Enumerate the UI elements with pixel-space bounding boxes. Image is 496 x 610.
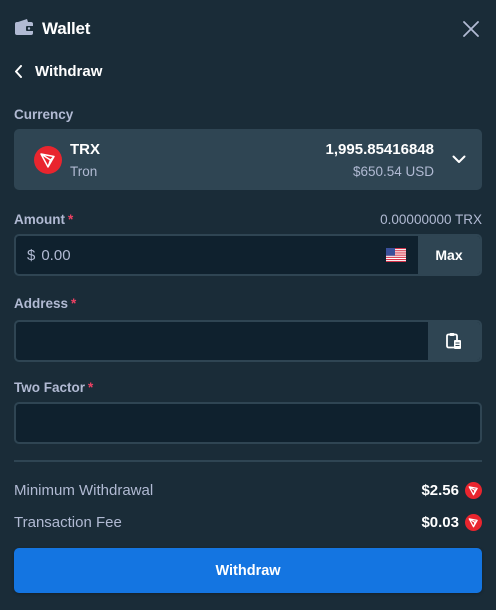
back-button[interactable]: Withdraw: [14, 60, 102, 82]
header-title-group: Wallet: [14, 18, 90, 41]
us-flag-icon: [386, 248, 406, 262]
two-factor-input[interactable]: [27, 404, 480, 442]
two-factor-label: Two Factor *: [14, 380, 93, 395]
amount-label-text: Amount: [14, 212, 65, 227]
page-title: Withdraw: [35, 62, 103, 80]
address-label: Address *: [14, 296, 76, 311]
divider: [14, 460, 482, 462]
required-mark: *: [68, 212, 74, 227]
min-withdrawal-label: Minimum Withdrawal: [14, 481, 154, 499]
tron-icon: [465, 481, 482, 499]
amount-input[interactable]: [41, 236, 386, 274]
max-button[interactable]: Max: [418, 236, 480, 274]
address-field: [14, 320, 482, 362]
transaction-fee-value: $0.03: [421, 513, 459, 531]
withdraw-button[interactable]: Withdraw: [14, 548, 482, 593]
amount-input-area: $: [16, 236, 418, 274]
address-input[interactable]: [27, 322, 428, 360]
currency-usd-value: $650.54 USD: [352, 163, 434, 179]
amount-crypto-value: 0.00000000 TRX: [380, 212, 482, 227]
tron-icon: [34, 145, 62, 174]
currency-balance: 1,995.85416848: [325, 140, 434, 158]
two-factor-input-area: [16, 404, 480, 442]
currency-name: Tron: [70, 163, 98, 179]
required-mark: *: [71, 296, 77, 311]
two-factor-label-text: Two Factor: [14, 380, 86, 395]
modal-header: Wallet: [14, 16, 482, 42]
currency-code: TRX: [70, 140, 100, 158]
amount-label: Amount *: [14, 212, 73, 227]
chevron-left-icon: [15, 64, 22, 78]
currency-values: 1,995.85416848 $650.54 USD: [326, 141, 434, 179]
transaction-fee-row: Transaction Fee $0.03: [14, 511, 482, 533]
transaction-fee-label: Transaction Fee: [14, 513, 122, 531]
tron-icon: [465, 513, 482, 531]
two-factor-field: [14, 402, 482, 444]
min-withdrawal-value-group: $2.56: [421, 481, 482, 499]
required-mark: *: [88, 380, 94, 395]
min-withdrawal-value: $2.56: [421, 481, 459, 499]
currency-names: TRX Tron: [70, 141, 100, 179]
currency-prefix: $: [27, 246, 36, 264]
chevron-down-icon: [452, 155, 466, 163]
currency-select[interactable]: TRX Tron 1,995.85416848 $650.54 USD: [14, 129, 482, 190]
close-button[interactable]: [460, 18, 482, 40]
wallet-icon: [14, 18, 34, 41]
currency-label-text: Currency: [14, 107, 74, 122]
amount-field: $ Max: [14, 234, 482, 276]
address-label-text: Address: [14, 296, 69, 311]
min-withdrawal-row: Minimum Withdrawal $2.56: [14, 479, 482, 501]
transaction-fee-value-group: $0.03: [421, 513, 482, 531]
paste-button[interactable]: [428, 322, 480, 360]
clipboard-paste-icon: [446, 333, 461, 349]
modal-title: Wallet: [42, 19, 91, 38]
close-icon: [463, 21, 479, 37]
address-input-area: [16, 322, 428, 360]
currency-label: Currency: [14, 107, 73, 122]
